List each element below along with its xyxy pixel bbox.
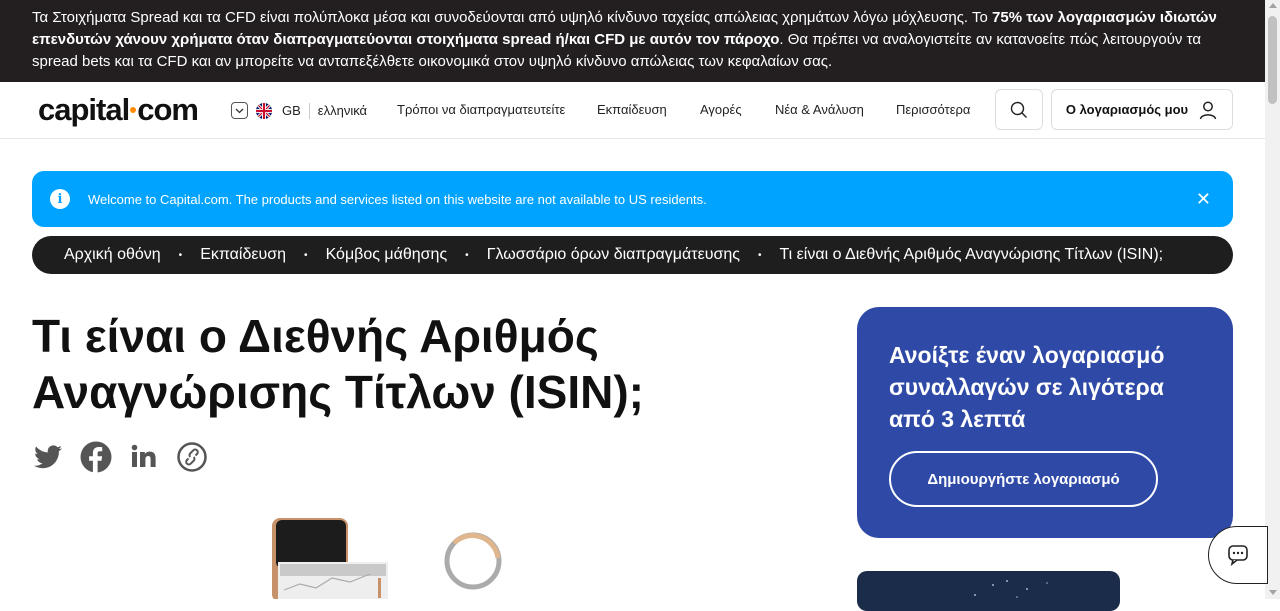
scroll-down-arrow-icon[interactable]: [1269, 590, 1277, 595]
language-divider: [308, 102, 310, 119]
breadcrumb-home[interactable]: Αρχική οθόνη: [64, 246, 161, 264]
linkedin-icon[interactable]: [128, 441, 160, 473]
create-account-button[interactable]: Δημιουργήστε λογαριασμό: [889, 451, 1158, 507]
breadcrumb-education[interactable]: Εκπαίδευση: [200, 246, 286, 264]
scrollbar-thumb[interactable]: [1268, 16, 1277, 104]
scroll-up-arrow-icon[interactable]: [1269, 3, 1277, 8]
breadcrumb: Αρχική οθόνη • Εκπαίδευση • Κόμβος μάθησ…: [32, 236, 1233, 274]
notice-message: Welcome to Capital.com. The products and…: [88, 191, 707, 207]
search-icon: [1010, 101, 1027, 118]
language-label[interactable]: ελληνικά: [318, 103, 367, 118]
open-account-card: Ανοίξτε έναν λογαριασμό συναλλαγών σε λι…: [857, 307, 1233, 538]
info-icon: i: [50, 189, 70, 209]
risk-warning-banner: Τα Στοιχήματα Spread και τα CFD είναι πο…: [0, 0, 1265, 82]
search-button[interactable]: [995, 89, 1043, 130]
my-account-button[interactable]: Ο λογαριασμός μου: [1051, 89, 1233, 130]
page-title: Τι είναι ο Διεθνής Αριθμός Αναγνώρισης Τ…: [32, 310, 644, 418]
page-scrollbar[interactable]: [1265, 0, 1280, 599]
twitter-icon[interactable]: [32, 441, 64, 473]
region-code[interactable]: GB: [282, 103, 301, 118]
cta-title: Ανοίξτε έναν λογαριασμό συναλλαγών σε λι…: [889, 342, 1165, 432]
chat-button[interactable]: [1208, 526, 1268, 584]
nav-education[interactable]: Εκπαίδευση: [597, 102, 667, 117]
breadcrumb-separator: •: [465, 249, 469, 261]
us-residents-notice: i Welcome to Capital.com. The products a…: [32, 171, 1233, 227]
close-icon[interactable]: ✕: [1196, 189, 1211, 210]
copy-link-icon[interactable]: [176, 441, 208, 473]
article-hero-illustration: [260, 510, 520, 602]
nav-markets[interactable]: Αγορές: [700, 102, 742, 117]
logo-dot: [130, 106, 137, 113]
chat-icon: [1228, 545, 1248, 566]
nav-news-analysis[interactable]: Νέα & Ανάλυση: [775, 102, 864, 117]
user-icon: [1199, 101, 1217, 119]
chevron-down-icon[interactable]: [231, 102, 248, 119]
risk-text-part1: Τα Στοιχήματα Spread και τα CFD είναι πο…: [32, 9, 993, 26]
breadcrumb-learn-hub[interactable]: Κόμβος μάθησης: [326, 246, 448, 264]
logo-text-right: com: [137, 92, 199, 127]
breadcrumb-separator: •: [178, 249, 183, 261]
capital-com-logo[interactable]: capital com: [38, 92, 199, 128]
language-selector[interactable]: GB ελληνικά: [231, 102, 367, 119]
uk-flag-icon: [256, 102, 272, 119]
breadcrumb-current: Τι είναι ο Διεθνής Αριθμός Αναγνώρισης Τ…: [779, 246, 1164, 263]
my-account-label: Ο λογαριασμός μου: [1065, 102, 1189, 117]
nav-ways-to-trade[interactable]: Τρόποι να διαπραγματευτείτε: [397, 102, 565, 117]
site-header: capital com GB ελληνικά Τρόποι να διαπραγ…: [0, 82, 1265, 139]
breadcrumb-separator: •: [757, 249, 762, 261]
nav-more[interactable]: Περισσότερα: [896, 102, 970, 117]
promo-banner-image[interactable]: [857, 571, 1120, 611]
breadcrumb-glossary[interactable]: Γλωσσάριο όρων διαπραγμάτευσης: [487, 246, 740, 264]
breadcrumb-separator: •: [304, 249, 308, 261]
facebook-icon[interactable]: [80, 441, 112, 473]
logo-text-left: capital: [38, 92, 130, 127]
